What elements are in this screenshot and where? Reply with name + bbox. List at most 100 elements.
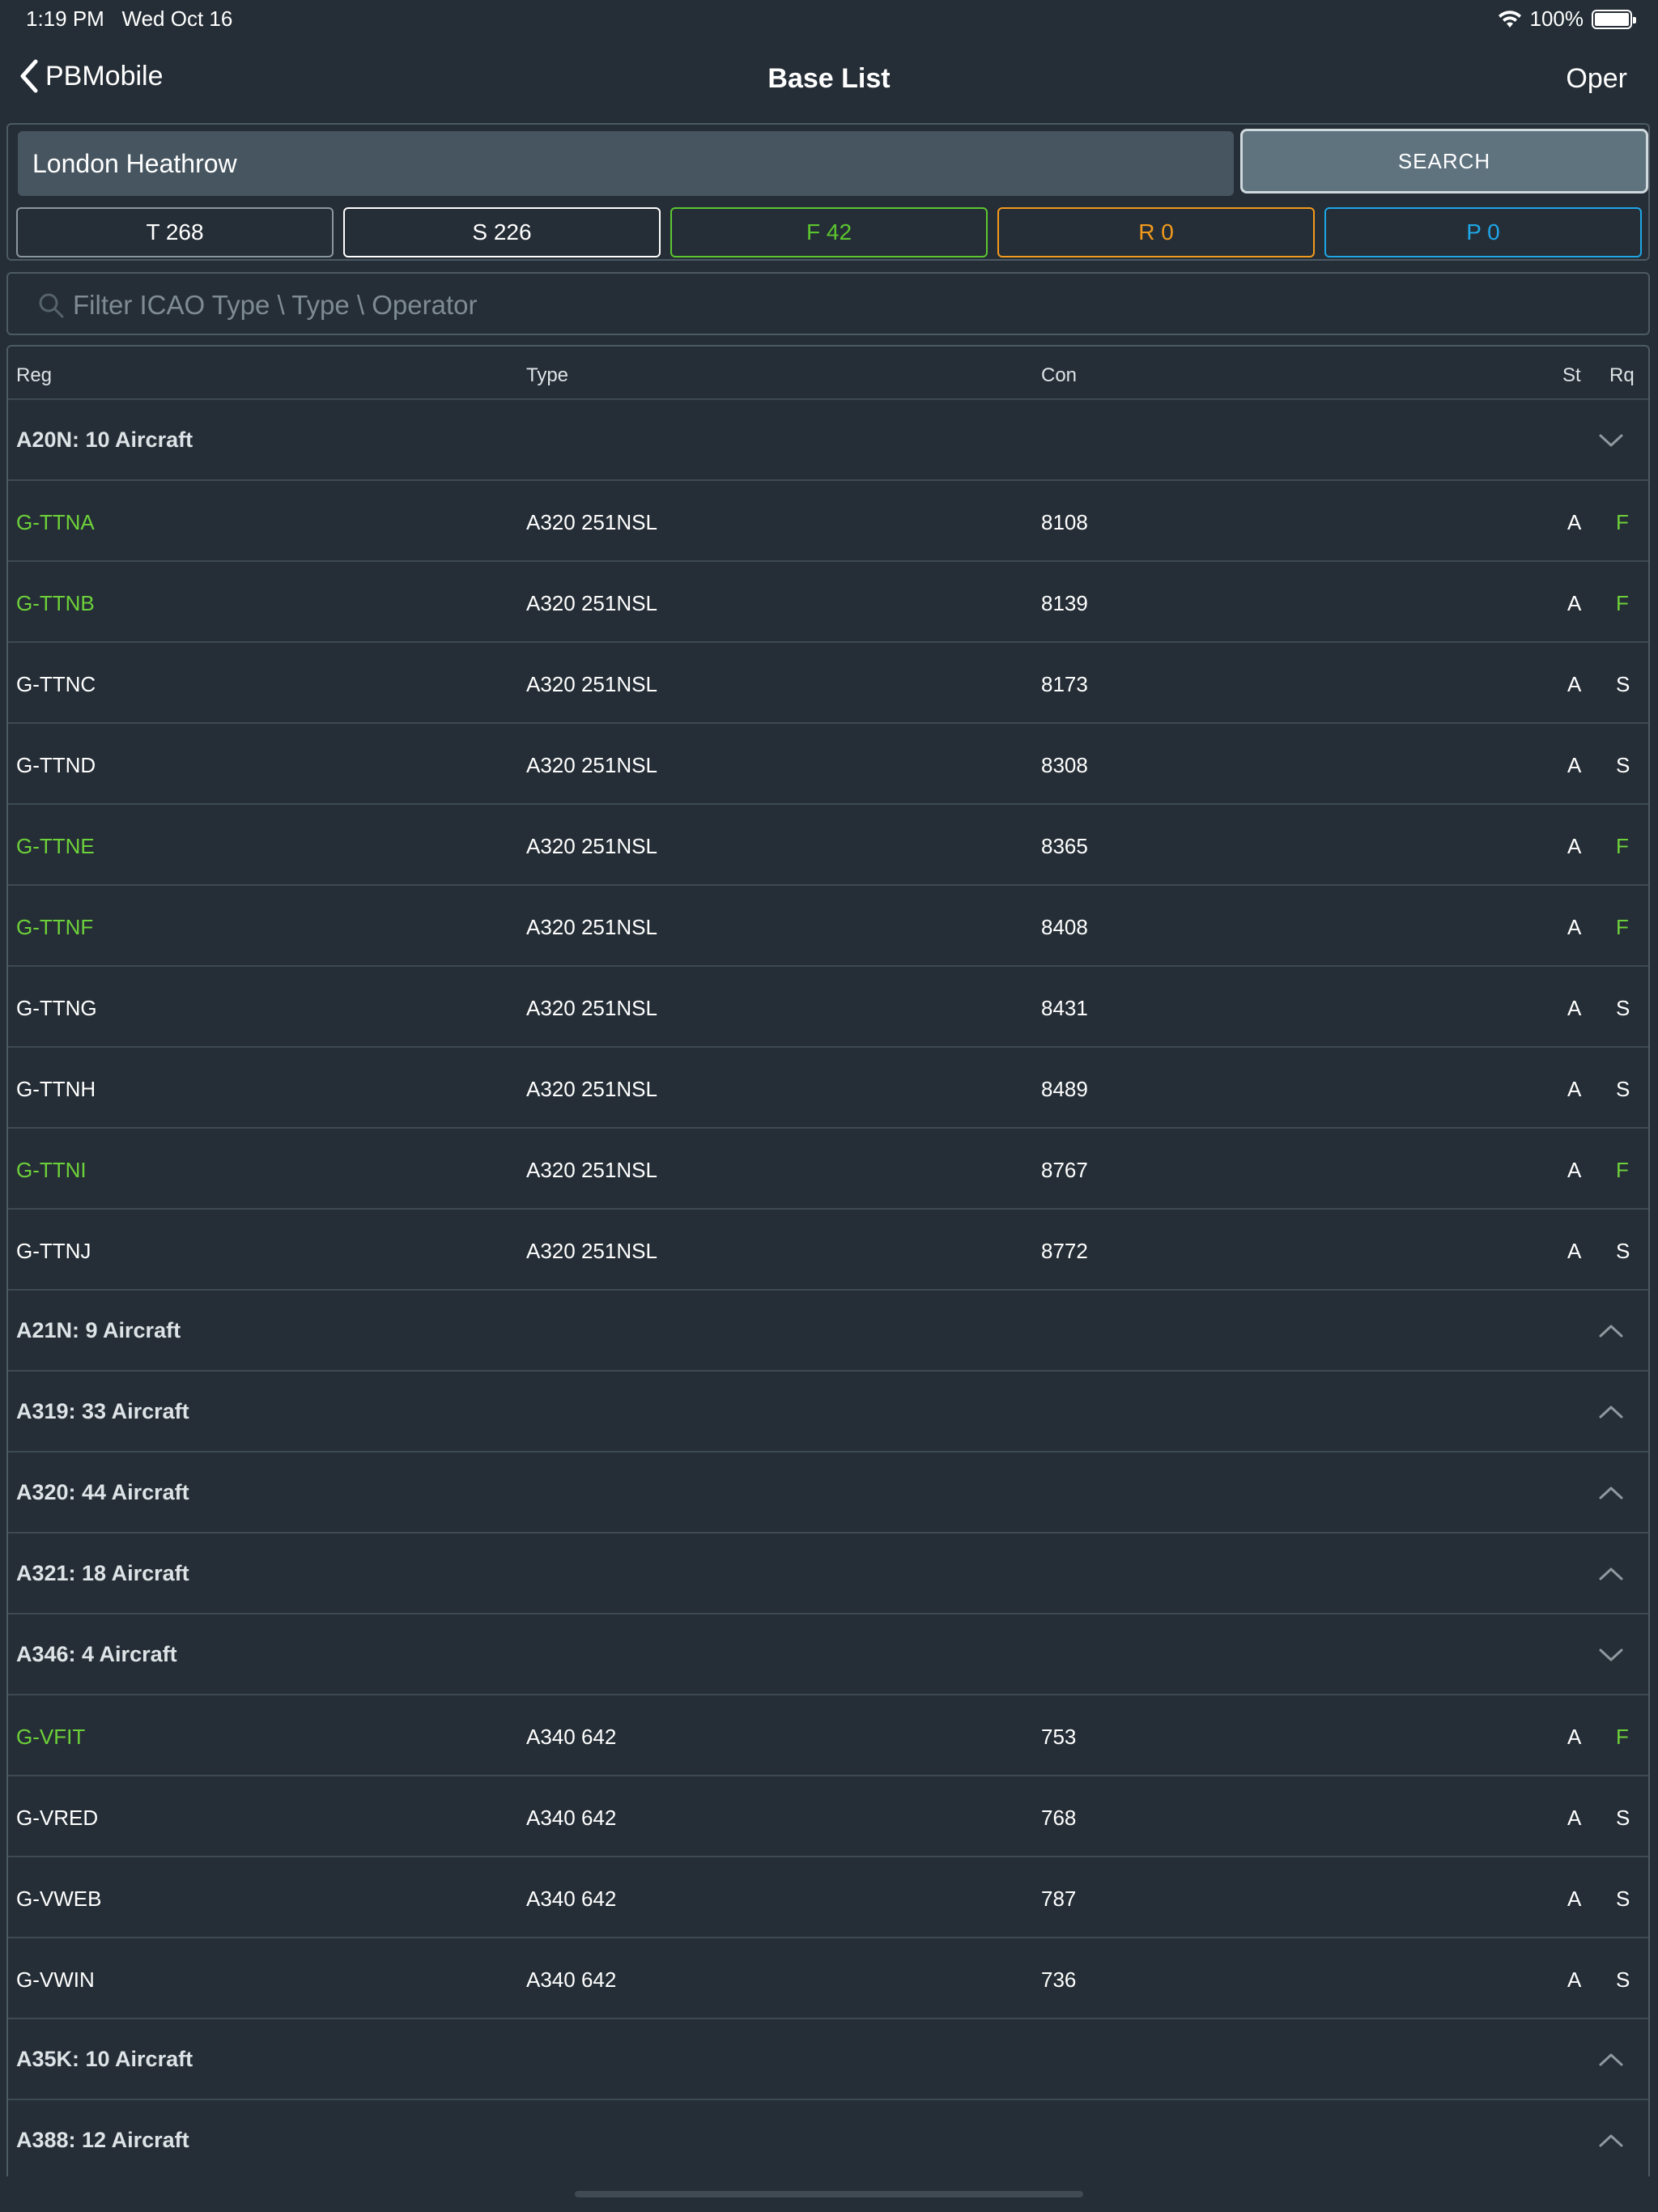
chevron-up-icon	[1599, 1325, 1623, 1338]
group-header-row[interactable]: A21N: 9 Aircraft	[8, 1291, 1648, 1372]
table-row[interactable]: G-TTNJ A320 251NSL 8772 A S	[8, 1210, 1648, 1291]
cell-rq: S	[1616, 1077, 1630, 1101]
cell-reg: G-VFIT	[16, 1725, 86, 1749]
cell-rq: S	[1616, 672, 1630, 696]
table-row[interactable]: G-TTND A320 251NSL 8308 A S	[8, 724, 1648, 805]
search-icon	[39, 293, 64, 318]
table-row[interactable]: G-TTNC A320 251NSL 8173 A S	[8, 643, 1648, 724]
cell-type: A320 251NSL	[526, 1158, 657, 1182]
table-row[interactable]: G-VWIN A340 642 736 A S	[8, 1938, 1648, 2019]
cell-con: 8365	[1041, 834, 1088, 858]
cell-st: A	[1567, 510, 1582, 534]
table-row[interactable]: G-TTNA A320 251NSL 8108 A F	[8, 481, 1648, 562]
group-header-row[interactable]: A20N: 10 Aircraft	[8, 400, 1648, 481]
table-row[interactable]: G-VWEB A340 642 787 A S	[8, 1857, 1648, 1938]
cell-reg: G-VRED	[16, 1806, 99, 1830]
cell-rq: F	[1616, 834, 1629, 858]
table-row[interactable]: G-TTNE A320 251NSL 8365 A F	[8, 805, 1648, 886]
battery-level	[1595, 12, 1629, 26]
table-row[interactable]: G-TTNG A320 251NSL 8431 A S	[8, 967, 1648, 1048]
filter-input[interactable]	[71, 280, 1613, 330]
cell-reg: G-VWEB	[16, 1887, 102, 1911]
cell-reg: G-TTNI	[16, 1158, 87, 1182]
group-label: A346: 4 Aircraft	[16, 1642, 177, 1666]
cell-rq: F	[1616, 915, 1629, 939]
chevron-up-icon	[1599, 2134, 1623, 2147]
cell-reg: G-TTNH	[16, 1077, 96, 1101]
table-row[interactable]: G-VRED A340 642 768 A S	[8, 1776, 1648, 1857]
table-header: Reg Type Con St Rq	[8, 347, 1648, 400]
chevron-up-icon	[1599, 1568, 1623, 1580]
cell-reg: G-TTNA	[16, 510, 95, 534]
table-row[interactable]: G-TTNB A320 251NSL 8139 A F	[8, 562, 1648, 643]
group-label: A35K: 10 Aircraft	[16, 2047, 193, 2071]
table-row[interactable]: G-TTNI A320 251NSL 8767 A F	[8, 1129, 1648, 1210]
group-label: A21N: 9 Aircraft	[16, 1318, 181, 1342]
table-row[interactable]: G-TTNH A320 251NSL 8489 A S	[8, 1048, 1648, 1129]
cell-rq: S	[1616, 1887, 1630, 1911]
cell-st: A	[1567, 1725, 1582, 1749]
cell-st: A	[1567, 672, 1582, 696]
cell-type: A320 251NSL	[526, 1239, 657, 1263]
table-row[interactable]: G-VFIT A340 642 753 A F	[8, 1695, 1648, 1776]
cell-con: 787	[1041, 1887, 1077, 1911]
cell-reg: G-TTNE	[16, 834, 95, 858]
cell-st: A	[1567, 1806, 1582, 1830]
wifi-icon	[1498, 10, 1521, 28]
cell-st: A	[1567, 996, 1582, 1020]
cell-rq: S	[1616, 753, 1630, 777]
cell-st: A	[1567, 753, 1582, 777]
status-date: Wed Oct 16	[121, 6, 233, 31]
cell-reg: G-TTNG	[16, 996, 97, 1020]
chevron-down-icon	[1599, 1648, 1623, 1661]
cell-con: 8431	[1041, 996, 1088, 1020]
header-st: St	[1562, 364, 1581, 386]
cell-con: 8108	[1041, 510, 1088, 534]
cell-type: A320 251NSL	[526, 834, 657, 858]
table-body: A20N: 10 Aircraft G-TTNA A320 251NSL 8108 A F…	[8, 400, 1648, 2176]
group-header-row[interactable]: A35K: 10 Aircraft	[8, 2019, 1648, 2100]
cell-rq: S	[1616, 1806, 1630, 1830]
count-filter-button[interactable]: T 268	[16, 207, 334, 257]
cell-type: A320 251NSL	[526, 1077, 657, 1101]
group-header-row[interactable]: A346: 4 Aircraft	[8, 1614, 1648, 1695]
page-title: Base List	[767, 63, 891, 94]
cell-type: A320 251NSL	[526, 672, 657, 696]
cell-con: 8772	[1041, 1239, 1088, 1263]
cell-st: A	[1567, 591, 1582, 615]
group-header-row[interactable]: A321: 18 Aircraft	[8, 1534, 1648, 1614]
cell-rq: S	[1616, 1967, 1630, 1992]
home-indicator[interactable]	[575, 2191, 1083, 2197]
header-reg: Reg	[16, 364, 53, 386]
cell-rq: S	[1616, 1239, 1630, 1263]
group-header-row[interactable]: A319: 33 Aircraft	[8, 1372, 1648, 1453]
group-header-row[interactable]: A320: 44 Aircraft	[8, 1453, 1648, 1534]
cell-con: 768	[1041, 1806, 1077, 1830]
location-search-input[interactable]	[18, 131, 1234, 196]
cell-reg: G-TTNF	[16, 915, 94, 939]
group-header-row[interactable]: A388: 12 Aircraft	[8, 2100, 1648, 2176]
count-filter-button[interactable]: F 42	[670, 207, 988, 257]
group-label: A20N: 10 Aircraft	[16, 428, 193, 452]
cell-st: A	[1567, 1239, 1582, 1263]
table-row[interactable]: G-TTNF A320 251NSL 8408 A F	[8, 886, 1648, 967]
cell-st: A	[1567, 834, 1582, 858]
chevron-up-icon	[1599, 1406, 1623, 1419]
cell-rq: F	[1616, 1725, 1629, 1749]
search-panel: SEARCH T 268S 226F 42R 0P 0	[6, 123, 1650, 261]
status-indicators: 100%	[1498, 6, 1636, 32]
cell-reg: G-TTNB	[16, 591, 95, 615]
cell-con: 8408	[1041, 915, 1088, 939]
header-con: Con	[1041, 364, 1078, 386]
cell-type: A320 251NSL	[526, 510, 657, 534]
cell-type: A340 642	[526, 1967, 617, 1992]
oper-button[interactable]: Oper	[1566, 63, 1627, 95]
status-clock: 1:19 PM	[26, 6, 104, 31]
count-filter-button[interactable]: P 0	[1324, 207, 1642, 257]
search-button[interactable]: SEARCH	[1240, 129, 1648, 194]
cell-con: 753	[1041, 1725, 1077, 1749]
navigation-bar: PBMobile Base List Oper	[0, 42, 1658, 115]
count-filter-button[interactable]: R 0	[997, 207, 1315, 257]
cell-con: 8767	[1041, 1158, 1088, 1182]
count-filter-button[interactable]: S 226	[343, 207, 661, 257]
